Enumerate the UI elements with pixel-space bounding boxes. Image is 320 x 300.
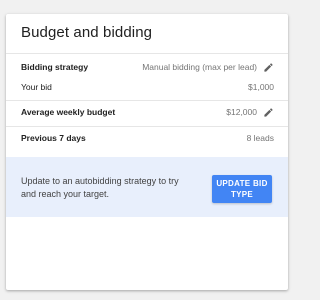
your-bid-value: $1,000 (248, 82, 274, 92)
bidding-strategy-value-group: Manual bidding (max per lead) (142, 62, 274, 73)
card-title: Budget and bidding (21, 24, 153, 41)
bidding-strategy-row: Bidding strategy Manual bidding (max per… (21, 56, 274, 78)
edit-budget-pencil-icon[interactable] (263, 107, 274, 118)
average-weekly-budget-label: Average weekly budget (21, 107, 116, 117)
average-weekly-budget-row: Average weekly budget $12,000 (21, 101, 274, 123)
previous-7-days-row: Previous 7 days 8 leads (21, 127, 274, 149)
autobidding-banner: Update to an autobidding strategy to try… (6, 157, 288, 217)
edit-bidding-strategy-pencil-icon[interactable] (263, 62, 274, 73)
banner-message: Update to an autobidding strategy to try… (21, 176, 179, 199)
bidding-strategy-label: Bidding strategy (21, 62, 89, 72)
average-weekly-budget-value: $12,000 (226, 107, 257, 117)
your-bid-row: Your bid $1,000 (21, 76, 274, 98)
average-weekly-budget-value-group: $12,000 (226, 107, 274, 118)
title-divider (6, 53, 288, 54)
update-bid-type-button[interactable]: UPDATE BID TYPE (212, 175, 272, 203)
bidding-strategy-value: Manual bidding (max per lead) (142, 62, 257, 72)
previous-7-days-label: Previous 7 days (21, 133, 86, 143)
your-bid-label: Your bid (21, 82, 52, 92)
budget-bidding-card: Budget and bidding Bidding strategy Manu… (6, 14, 288, 290)
previous-7-days-value: 8 leads (246, 133, 274, 143)
